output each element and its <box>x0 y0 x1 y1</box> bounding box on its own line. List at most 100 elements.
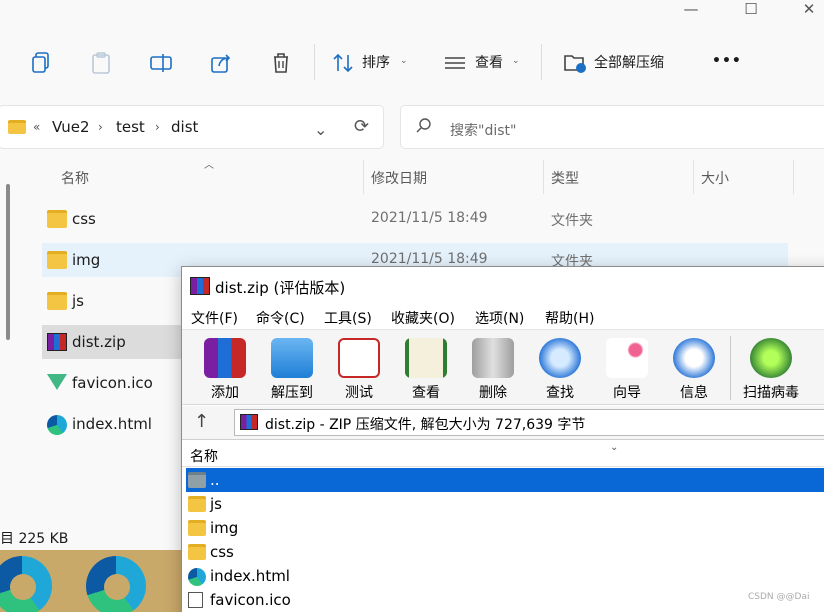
folder-icon <box>8 120 26 134</box>
list-item[interactable]: index.html <box>186 564 824 588</box>
command-separator <box>314 44 315 80</box>
entry-name: js <box>210 495 222 513</box>
archive-path: dist.zip - ZIP 压缩文件, 解包大小为 727,639 字节 <box>265 417 586 433</box>
column-header-modified[interactable]: 修改日期 <box>371 168 427 188</box>
paste-icon <box>88 50 114 76</box>
edge-icon[interactable] <box>86 556 146 612</box>
rename-icon[interactable] <box>148 50 174 76</box>
book-icon <box>405 338 447 378</box>
chevron-down-icon[interactable]: ⌄ <box>314 120 327 139</box>
view-button[interactable]: 查看 <box>475 52 503 72</box>
file-name: css <box>72 210 96 228</box>
breadcrumb-separator: › <box>98 120 103 134</box>
info-button[interactable]: 信息 <box>665 334 723 404</box>
search-icon <box>416 118 432 138</box>
column-header-name[interactable]: 名称 <box>61 168 89 188</box>
add-button[interactable]: 添加 <box>196 334 254 404</box>
extract-all-button[interactable]: 全部解压缩 <box>594 52 664 72</box>
wizard-button[interactable]: 向导 <box>598 334 656 404</box>
magic-wand-icon <box>606 338 648 378</box>
maximize-button[interactable]: ☐ <box>728 0 774 22</box>
menu-favorites[interactable]: 收藏夹(O) <box>391 308 455 328</box>
winrar-icon <box>240 414 258 430</box>
column-divider <box>693 160 694 194</box>
edge-icon <box>188 568 206 586</box>
entry-name: .. <box>210 471 220 489</box>
menu-help[interactable]: 帮助(H) <box>545 308 594 328</box>
chevron-down-icon: ⌄ <box>610 442 619 453</box>
file-name: index.html <box>72 415 152 433</box>
trash-icon <box>472 338 514 378</box>
breadcrumb-dist[interactable]: dist <box>171 118 198 136</box>
minimize-button[interactable]: — <box>668 0 714 22</box>
menu-tools[interactable]: 工具(S) <box>324 308 372 328</box>
vue-icon <box>47 374 67 390</box>
entry-name: css <box>210 543 234 561</box>
close-button[interactable]: ✕ <box>786 0 824 22</box>
menu-commands[interactable]: 命令(C) <box>256 308 305 328</box>
scrollbar[interactable] <box>6 184 10 340</box>
folder-icon <box>47 251 67 269</box>
parent-folder-icon <box>188 472 206 488</box>
list-item[interactable]: dist.zip <box>42 325 182 359</box>
breadcrumb-overflow[interactable]: « <box>33 120 40 134</box>
tool-label: 信息 <box>680 385 708 401</box>
refresh-icon[interactable]: ⟳ <box>354 116 369 137</box>
column-header-type[interactable]: 类型 <box>551 168 579 188</box>
list-item[interactable]: js <box>186 492 824 516</box>
file-icon <box>188 592 203 608</box>
archive-path-box[interactable]: dist.zip - ZIP 压缩文件, 解包大小为 727,639 字节 <box>234 409 824 436</box>
sort-icon[interactable] <box>330 50 356 76</box>
column-header-name[interactable]: 名称 <box>190 446 218 466</box>
find-button[interactable]: 查找 <box>531 334 589 404</box>
view-button[interactable]: 查看 <box>397 334 455 404</box>
share-icon[interactable] <box>208 50 234 76</box>
breadcrumb-separator: › <box>155 120 160 134</box>
tool-label: 扫描病毒 <box>743 385 799 401</box>
list-item[interactable]: img <box>186 516 824 540</box>
copy-icon[interactable] <box>28 50 54 76</box>
delete-icon[interactable] <box>268 50 294 76</box>
extract-folder-icon <box>271 338 313 378</box>
toolbar-separator <box>730 336 731 400</box>
file-name: img <box>72 251 101 269</box>
chevron-down-icon: ⌄ <box>400 56 408 66</box>
watermark: CSDN @@Dai <box>748 592 810 602</box>
list-item[interactable]: favicon.ico <box>186 588 824 612</box>
file-name: dist.zip <box>72 333 126 351</box>
delete-button[interactable]: 删除 <box>464 334 522 404</box>
breadcrumb-test[interactable]: test <box>116 118 145 136</box>
tool-label: 测试 <box>345 385 373 401</box>
list-item[interactable]: css 2021/11/5 18:49 文件夹 <box>42 202 788 236</box>
menu-options[interactable]: 选项(N) <box>475 308 524 328</box>
search-input[interactable]: 搜索"dist" <box>450 120 516 140</box>
extract-to-button[interactable]: 解压到 <box>263 334 321 404</box>
entry-name: img <box>210 519 239 537</box>
extract-all-icon[interactable] <box>562 50 588 76</box>
virus-scan-button[interactable]: 扫描病毒 <box>738 334 804 404</box>
sort-button[interactable]: 排序 <box>362 52 390 72</box>
tool-label: 查找 <box>546 385 574 401</box>
breadcrumb-vue2[interactable]: Vue2 <box>52 118 90 136</box>
column-header-size[interactable]: 大小 <box>701 168 729 188</box>
command-bar <box>0 40 824 86</box>
info-icon <box>673 338 715 378</box>
winrar-window: dist.zip (评估版本) 文件(F) 命令(C) 工具(S) 收藏夹(O)… <box>181 266 824 612</box>
folder-icon <box>188 544 206 560</box>
list-header[interactable]: 名称 ⌄ <box>182 442 824 467</box>
menu-file[interactable]: 文件(F) <box>191 308 238 328</box>
list-item[interactable]: .. <box>186 468 824 492</box>
add-archive-icon <box>204 338 246 378</box>
more-options-button[interactable]: ••• <box>712 53 742 69</box>
list-item[interactable]: css <box>186 540 824 564</box>
column-divider <box>793 160 794 194</box>
winrar-icon <box>190 277 210 295</box>
column-divider <box>363 160 364 194</box>
title-bar: — ☐ ✕ <box>0 0 824 26</box>
status-bar: 目 225 KB <box>0 531 69 547</box>
folder-icon <box>47 210 67 228</box>
menu-bar: 文件(F) 命令(C) 工具(S) 收藏夹(O) 选项(N) 帮助(H) <box>182 303 824 329</box>
test-button[interactable]: 测试 <box>330 334 388 404</box>
view-icon[interactable] <box>442 50 468 76</box>
up-arrow-icon[interactable]: ↑ <box>194 411 209 432</box>
